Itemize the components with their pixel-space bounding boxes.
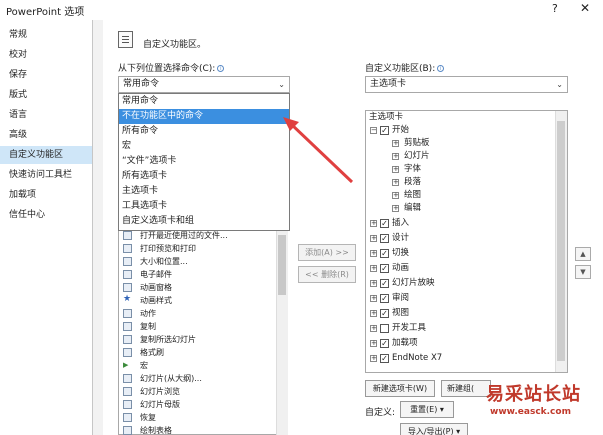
watermark-title: 易采站长站 (486, 384, 581, 405)
arrow-shaft (289, 122, 354, 184)
watermark: 易采站长站 www.easck.com (480, 376, 603, 435)
watermark-url: www.easck.com (490, 407, 571, 417)
annotation-arrow (283, 117, 354, 184)
